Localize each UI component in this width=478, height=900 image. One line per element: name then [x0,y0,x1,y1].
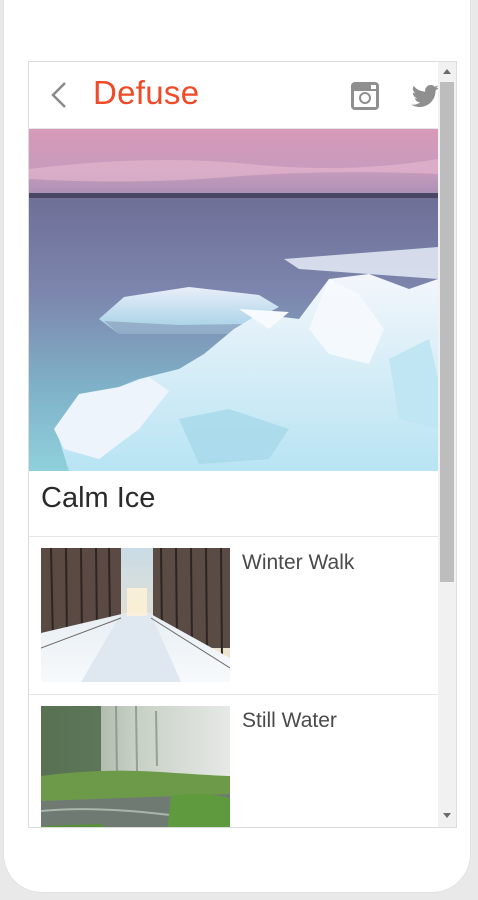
vertical-scrollbar[interactable] [438,62,456,827]
still-water-thumbnail [41,706,230,827]
list-item[interactable]: Still Water [29,695,438,827]
hero-title: Calm Ice [41,482,156,514]
device-frame: Defuse Calm Ice Winter Walk Still Water [4,0,470,892]
ice-landscape-image [29,129,438,471]
item-label: Still Water [242,709,337,732]
app-header: Defuse [29,62,438,129]
winter-walk-thumbnail [41,548,230,682]
item-label: Winter Walk [242,551,355,574]
page-title: Defuse [93,74,200,111]
back-button[interactable] [47,80,73,110]
twitter-button[interactable] [409,80,438,112]
instagram-icon [351,82,379,110]
scroll-content[interactable]: Defuse Calm Ice Winter Walk Still Water [29,62,438,827]
winter-walk-image [41,548,230,682]
instagram-button[interactable] [349,80,381,112]
scroll-down-arrow-icon[interactable] [443,813,451,818]
scroll-up-arrow-icon[interactable] [443,69,451,74]
twitter-icon [411,85,438,108]
list-item[interactable]: Winter Walk [29,537,438,695]
chevron-left-icon [51,82,66,108]
hero-image[interactable] [29,129,438,471]
app-screen: Defuse Calm Ice Winter Walk Still Water [28,61,457,828]
still-water-image [41,706,230,827]
scrollbar-thumb[interactable] [440,82,454,582]
